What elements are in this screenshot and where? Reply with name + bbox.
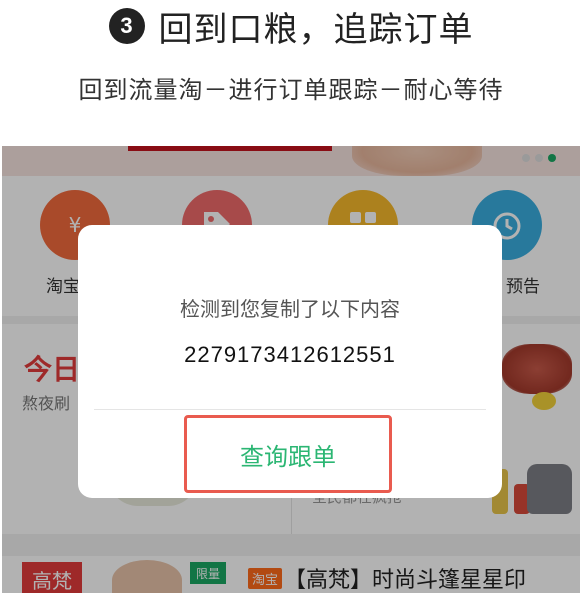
step-heading: 3 回到口粮，追踪订单 <box>0 0 582 52</box>
query-order-button[interactable]: 查询跟单 <box>184 415 392 493</box>
clipboard-dialog: 检测到您复制了以下内容 2279173412612551 查询跟单 <box>78 225 502 498</box>
step-number-badge: 3 <box>108 8 145 44</box>
step-title: 回到口粮，追踪订单 <box>158 9 474 50</box>
dialog-message: 检测到您复制了以下内容 <box>180 297 400 321</box>
copied-order-code: 2279173412612551 <box>184 342 396 367</box>
dialog-divider <box>94 409 486 410</box>
step-subtitle: 回到流量淘－进行订单跟踪－耐心等待 <box>78 76 504 104</box>
